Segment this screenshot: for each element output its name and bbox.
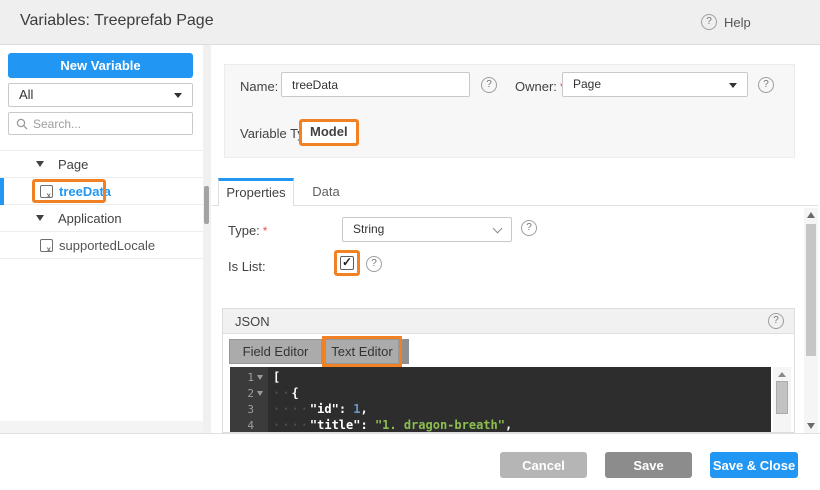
triangle-down-icon[interactable] — [36, 215, 44, 221]
save-and-close-button[interactable]: Save & Close — [710, 452, 798, 478]
help-icon[interactable]: ? — [701, 14, 717, 30]
fold-icon — [257, 391, 263, 396]
search-icon — [16, 118, 28, 130]
help-button[interactable]: ? Help — [701, 14, 751, 30]
tree-group-label: Application — [58, 211, 122, 226]
editor-code[interactable]: [··{····"id": 1,····"title": "1. dragon-… — [268, 367, 771, 433]
page-title: Variables: Treeprefab Page — [20, 12, 214, 30]
tree-item-supportedlocale[interactable]: x supportedLocale — [0, 232, 203, 259]
required-marker: * — [263, 224, 268, 238]
variable-type-value[interactable]: Model — [299, 119, 359, 146]
code-line[interactable]: ··{ — [273, 385, 771, 401]
type-help-icon[interactable]: ? — [521, 220, 537, 236]
field-editor-button[interactable]: Field Editor — [229, 339, 322, 364]
tree-group-page[interactable]: Page — [0, 151, 203, 178]
tree-group-application[interactable]: Application — [0, 205, 203, 232]
sidebar-scrollbar[interactable] — [203, 45, 211, 433]
is-list-checkbox[interactable] — [340, 256, 354, 270]
owner-value: Page — [573, 77, 601, 91]
name-input[interactable] — [281, 72, 470, 97]
tab-data[interactable]: Data — [294, 178, 358, 206]
tab-properties[interactable]: Properties — [218, 178, 294, 206]
code-line[interactable]: ····"title": "1. dragon-breath", — [273, 417, 771, 433]
gutter-line[interactable]: 2 — [230, 385, 268, 401]
name-label: Name:* — [240, 79, 286, 94]
content-scrollbar[interactable] — [804, 208, 818, 433]
model-variable-icon: x — [40, 185, 53, 198]
sidebar-hscrollbar[interactable] — [0, 421, 203, 433]
sidebar-scrollbar-thumb[interactable] — [204, 186, 209, 224]
fold-icon — [257, 375, 263, 380]
help-label: Help — [724, 15, 751, 30]
is-list-label: Is List: — [228, 259, 266, 274]
tree-group-label: Page — [58, 157, 88, 172]
type-label: Type:* — [228, 223, 267, 238]
variables-tree: Page x treeData Application x supportedL… — [0, 150, 203, 259]
type-select[interactable]: String — [342, 217, 512, 242]
editor-scrollbar[interactable] — [773, 367, 791, 433]
selected-indicator — [0, 178, 4, 205]
json-section: JSON ? Field Editor Text Editor 1234 [··… — [222, 308, 795, 433]
code-line[interactable]: ····"id": 1, — [273, 401, 771, 417]
content-scrollbar-thumb[interactable] — [806, 224, 816, 356]
tree-item-label: treeData — [59, 184, 111, 199]
tree-item-label: supportedLocale — [59, 238, 155, 253]
caret-down-icon — [729, 83, 737, 88]
text-editor-button[interactable]: Text Editor — [325, 339, 399, 364]
json-text-editor[interactable]: 1234 [··{····"id": 1,····"title": "1. dr… — [230, 367, 771, 433]
json-section-header: JSON ? — [223, 309, 794, 334]
scroll-up-icon[interactable] — [807, 212, 815, 218]
code-line[interactable]: [ — [273, 369, 771, 385]
caret-down-icon — [174, 93, 182, 98]
gutter-line[interactable]: 4 — [230, 417, 268, 433]
variable-filter-select[interactable]: All — [8, 83, 193, 107]
owner-help-icon[interactable]: ? — [758, 77, 774, 93]
variable-search[interactable] — [8, 112, 193, 135]
editor-gutter[interactable]: 1234 — [230, 367, 268, 433]
is-list-help-icon[interactable]: ? — [366, 256, 382, 272]
gutter-line[interactable]: 3 — [230, 401, 268, 417]
variable-filter-value: All — [19, 87, 33, 102]
search-input[interactable] — [33, 117, 183, 131]
json-help-icon[interactable]: ? — [768, 313, 784, 329]
variables-dialog: Variables: Treeprefab Page ? Help New Va… — [0, 0, 820, 490]
scroll-down-icon[interactable] — [807, 423, 815, 429]
editor-mode-toggle: Field Editor Text Editor — [229, 339, 409, 364]
tree-item-treedata[interactable]: x treeData — [0, 178, 203, 205]
gutter-line[interactable]: 1 — [230, 369, 268, 385]
variables-sidebar: New Variable All Page x treeData Applica… — [0, 45, 212, 433]
type-value: String — [353, 222, 384, 236]
model-variable-icon: x — [40, 239, 53, 252]
scroll-up-icon[interactable] — [778, 372, 786, 377]
owner-select[interactable]: Page — [562, 72, 748, 97]
save-button[interactable]: Save — [605, 452, 692, 478]
owner-label: Owner:* — [515, 79, 565, 94]
chevron-down-icon — [493, 224, 503, 234]
cancel-button[interactable]: Cancel — [500, 452, 587, 478]
new-variable-button[interactable]: New Variable — [8, 53, 193, 78]
name-help-icon[interactable]: ? — [481, 77, 497, 93]
json-title: JSON — [235, 314, 270, 329]
dialog-footer: Cancel Save Save & Close — [0, 433, 820, 490]
mode-group-cap — [402, 339, 409, 364]
editor-scrollbar-thumb[interactable] — [776, 381, 788, 414]
dialog-header: Variables: Treeprefab Page ? Help — [0, 0, 820, 45]
triangle-down-icon[interactable] — [36, 161, 44, 167]
